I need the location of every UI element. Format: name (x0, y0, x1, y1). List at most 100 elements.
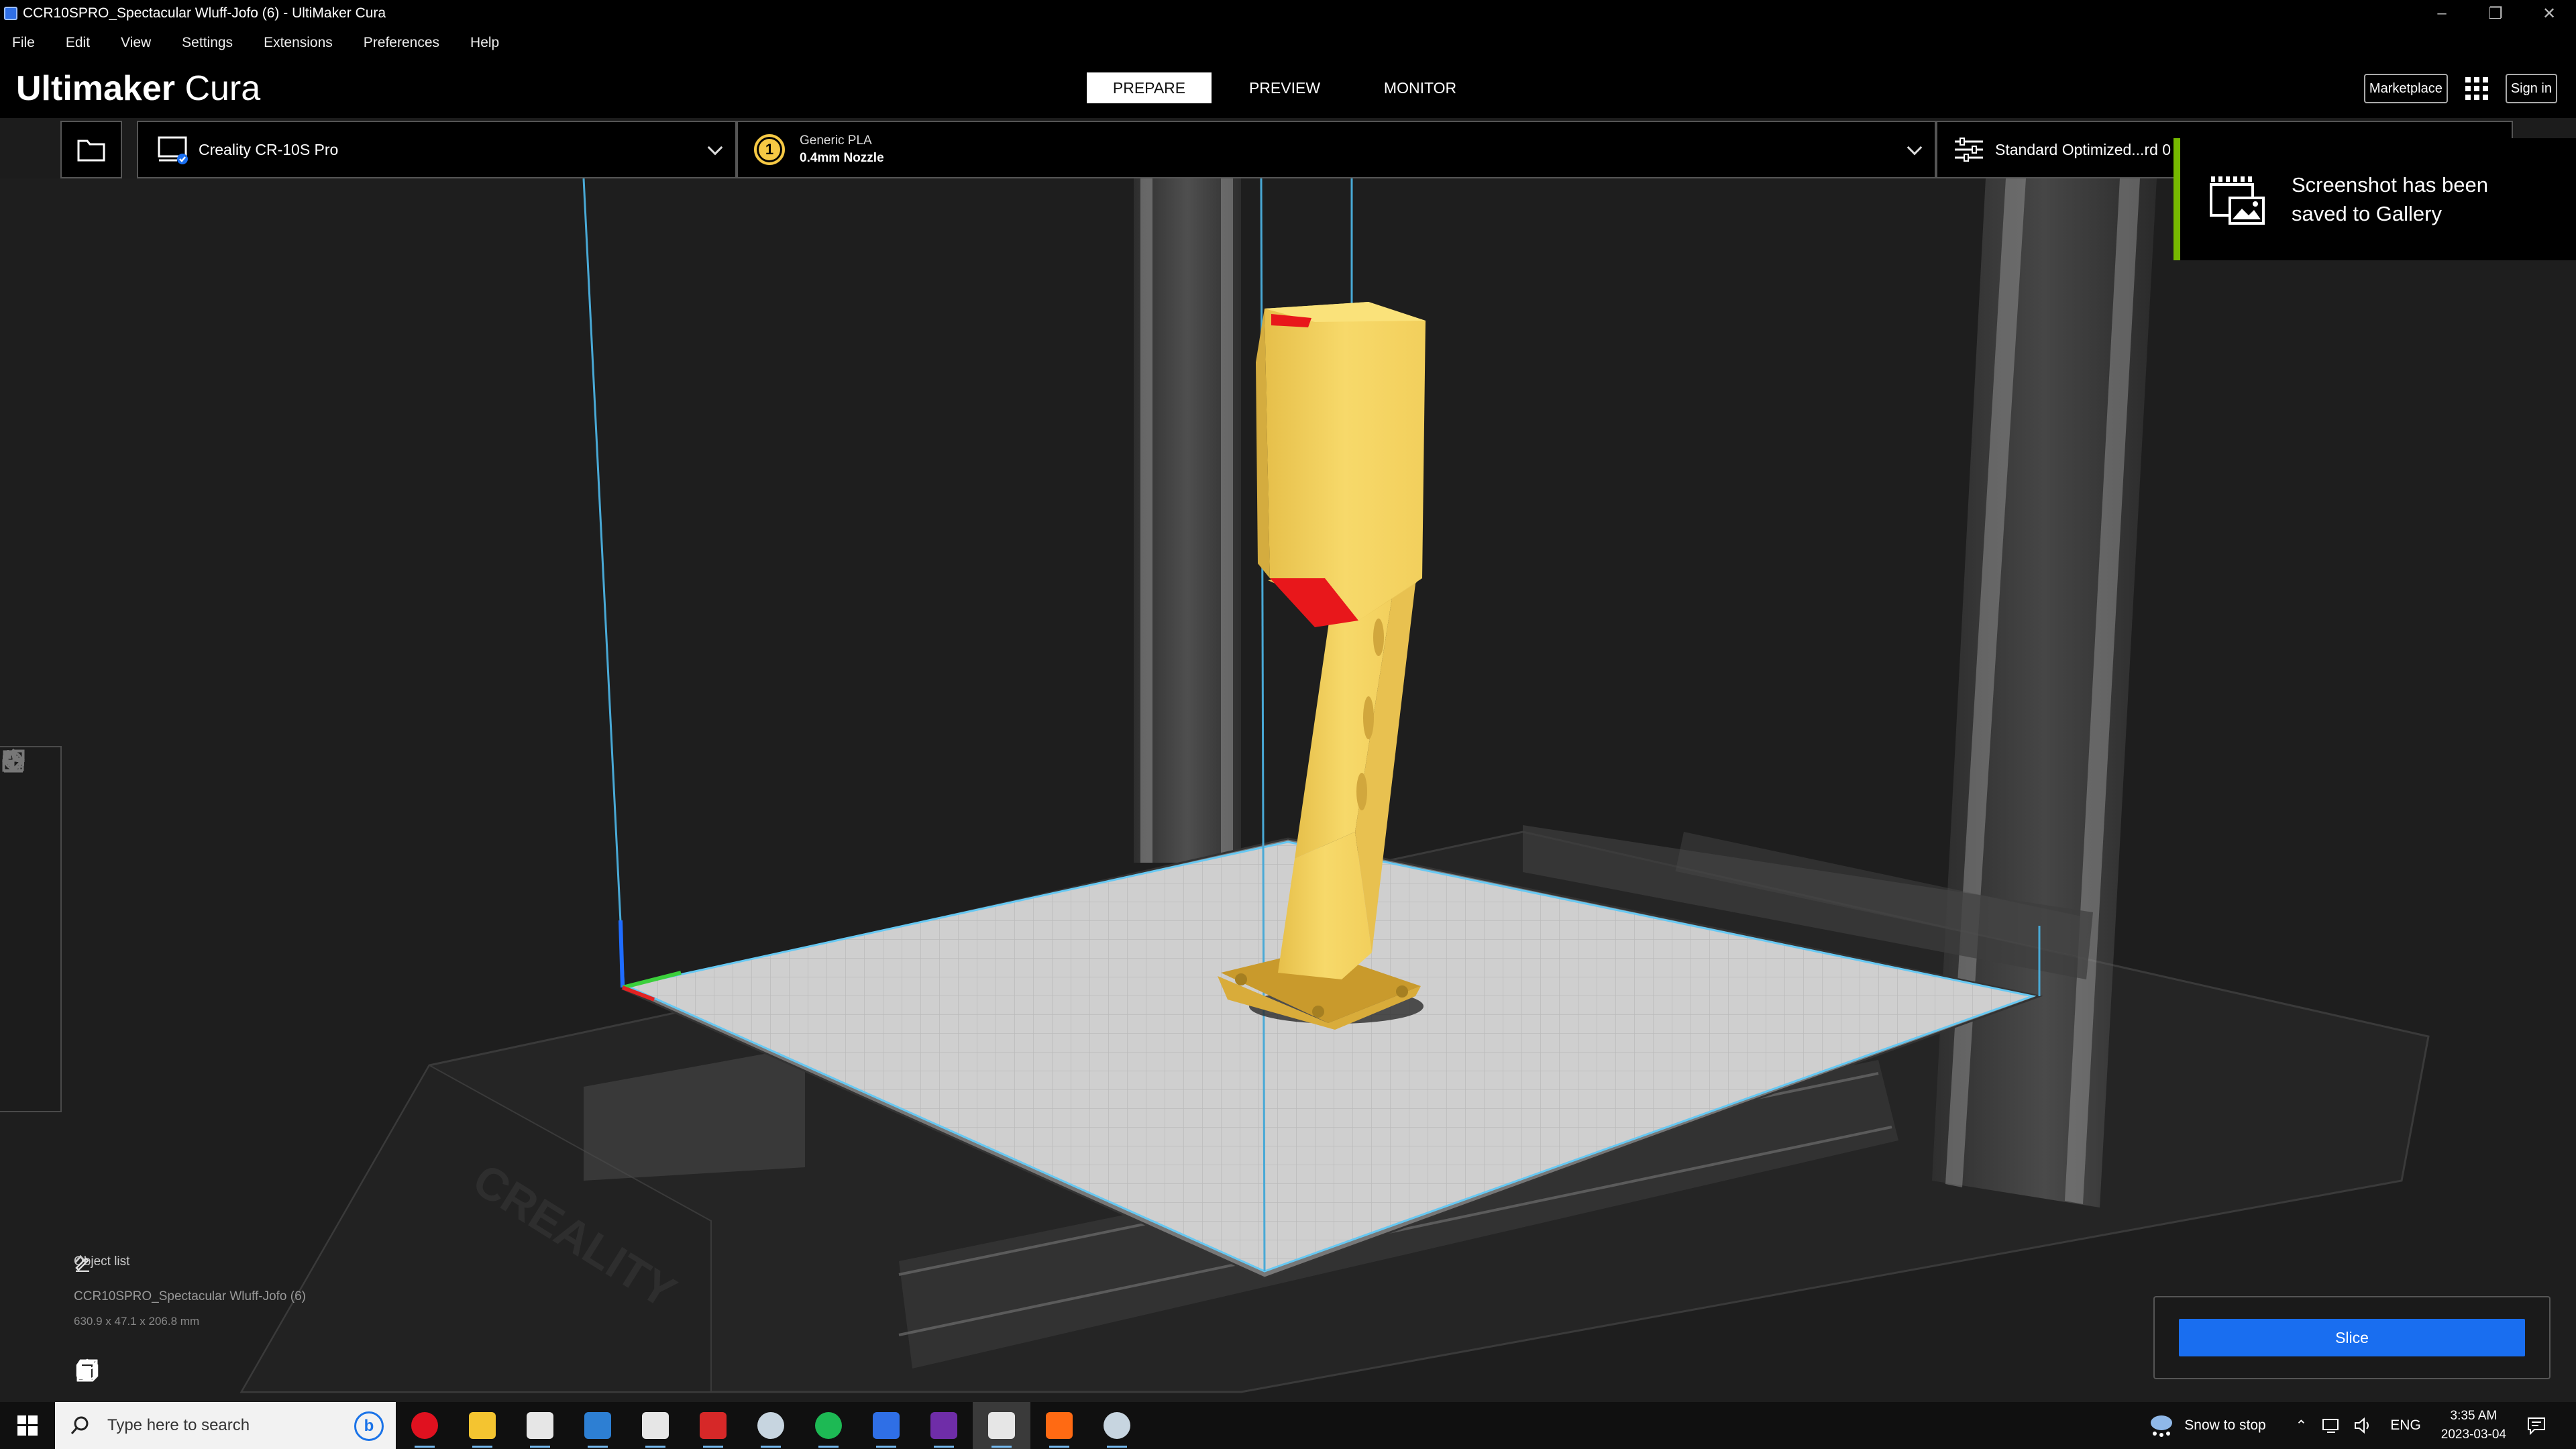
arrow-app-icon (1046, 1412, 1073, 1439)
screenshot-notification[interactable]: Screenshot has been saved to Gallery (2174, 138, 2576, 260)
3d-viewport[interactable]: CREALITY Object list CCR10SPRO_Spectacul… (0, 178, 2576, 1402)
taskbar-app[interactable] (915, 1402, 973, 1449)
search-placeholder: Type here to search (107, 1416, 250, 1434)
tray-overflow-icon[interactable]: ⌃ (2296, 1417, 2308, 1434)
spotify-icon (815, 1412, 842, 1439)
profile-name: Standard Optimized...rd 0 (1995, 140, 2171, 158)
taskbar-app[interactable] (396, 1402, 453, 1449)
material-selector[interactable]: 1 Generic PLA 0.4mm Nozzle (737, 121, 1936, 178)
slicer-app-icon (988, 1412, 1015, 1439)
taskbar-app[interactable] (742, 1402, 800, 1449)
view-top-button[interactable] (76, 1358, 185, 1385)
restore-button[interactable]: ❐ (2469, 0, 2522, 27)
taskbar-app[interactable] (800, 1402, 857, 1449)
extruder-badge: 1 (754, 134, 785, 165)
file-explorer-icon (469, 1412, 496, 1439)
menu-help[interactable]: Help (470, 35, 499, 51)
open-file-button[interactable] (60, 121, 122, 178)
view-front-button[interactable] (76, 1358, 148, 1385)
opera-icon (411, 1412, 438, 1439)
brand-bold: Ultimaker (16, 69, 175, 108)
object-list-item[interactable]: CCR10SPRO_Spectacular Wluff-Jofo (6) (74, 1257, 306, 1304)
system-tray: Snow to stop ⌃ ENG 3:35 AM 2023-03-04 (2147, 1402, 2576, 1449)
steam-icon (757, 1412, 784, 1439)
windows-taskbar: Type here to search b Snow to stop ⌃ ENG… (0, 1402, 2576, 1449)
window-title: CCR10SPRO_Spectacular Wluff-Jofo (6) - U… (23, 5, 386, 21)
taskbar-app[interactable] (453, 1402, 511, 1449)
taskbar-clock[interactable]: 3:35 AM 2023-03-04 (2441, 1407, 2506, 1444)
scale-tool[interactable] (0, 750, 62, 869)
support-blocker-tool[interactable] (0, 748, 62, 1114)
cura-app-icon (4, 7, 17, 20)
scene-canvas[interactable]: CREALITY (0, 178, 2576, 1402)
taskbar-app[interactable] (627, 1402, 684, 1449)
material-name: Generic PLA (800, 133, 872, 148)
taskbar-app[interactable] (684, 1402, 742, 1449)
mirror-tool[interactable] (0, 750, 62, 991)
apps-grid-icon[interactable] (2465, 77, 2488, 100)
rotate-tool[interactable] (0, 750, 62, 930)
sign-in-button[interactable]: Sign in (2505, 74, 2557, 103)
taskbar-app[interactable] (857, 1402, 915, 1449)
pencil-icon[interactable] (74, 1254, 91, 1272)
menu-file[interactable]: File (12, 35, 35, 51)
printer-selector[interactable]: Creality CR-10S Pro (137, 121, 737, 178)
folder-icon (77, 140, 105, 162)
printer-icon (158, 136, 188, 164)
settings-sliders-icon (1955, 138, 1983, 162)
view-left-button[interactable] (76, 1358, 223, 1385)
tab-prepare[interactable]: PREPARE (1087, 72, 1212, 103)
weather-text[interactable]: Snow to stop (2184, 1417, 2265, 1434)
taskbar-app[interactable] (1088, 1402, 1146, 1449)
app-logo: Ultimaker Cura (16, 68, 260, 109)
notification-center-icon[interactable] (2526, 1416, 2546, 1435)
search-icon (70, 1416, 89, 1434)
support-blocker-icon (2, 748, 25, 773)
logitech-ghub-icon (642, 1412, 669, 1439)
menu-preferences[interactable]: Preferences (364, 35, 439, 51)
window-titlebar: CCR10SPRO_Spectacular Wluff-Jofo (6) - U… (0, 0, 2576, 27)
brand-light: Cura (184, 69, 261, 108)
object-list-toggle[interactable]: Object list (74, 1254, 306, 1269)
sketchup-icon (527, 1412, 553, 1439)
volume-icon[interactable] (2354, 1417, 2373, 1434)
gallery-icon (2210, 176, 2265, 225)
taskbar-app[interactable] (511, 1402, 569, 1449)
view-right-button[interactable] (76, 1358, 260, 1385)
clock-time: 3:35 AM (2450, 1409, 2498, 1423)
menu-view[interactable]: View (121, 35, 151, 51)
taskbar-app[interactable] (1030, 1402, 1088, 1449)
cura-icon (873, 1412, 900, 1439)
per-model-settings-tool[interactable] (0, 749, 62, 1053)
menu-edit[interactable]: Edit (66, 35, 90, 51)
start-button[interactable] (0, 1402, 55, 1449)
menu-extensions[interactable]: Extensions (264, 35, 333, 51)
language-indicator[interactable]: ENG (2390, 1417, 2421, 1434)
stage-tabs: PREPARE PREVIEW MONITOR (1087, 72, 1493, 103)
minimize-button[interactable]: – (2415, 0, 2469, 27)
header-actions: Marketplace Sign in (2363, 74, 2557, 103)
menu-settings[interactable]: Settings (182, 35, 233, 51)
marketplace-button[interactable]: Marketplace (2363, 74, 2448, 103)
bing-icon[interactable]: b (354, 1411, 384, 1441)
tab-monitor[interactable]: MONITOR (1358, 72, 1483, 103)
steam-alt-icon (1104, 1412, 1130, 1439)
close-button[interactable]: ✕ (2522, 0, 2576, 27)
taskbar-app[interactable] (569, 1402, 627, 1449)
nozzle-size: 0.4mm Nozzle (800, 151, 884, 165)
nzxt-cam-icon (930, 1412, 957, 1439)
taskbar-apps (396, 1402, 1146, 1449)
slice-button[interactable]: Slice (2179, 1319, 2525, 1356)
taskbar-app[interactable] (973, 1402, 1030, 1449)
tool-palette (0, 746, 62, 1112)
chevron-down-icon (707, 140, 723, 156)
camera-view-buttons (75, 1358, 263, 1385)
tab-preview[interactable]: PREVIEW (1222, 72, 1347, 103)
notification-message: Screenshot has been saved to Gallery (2292, 173, 2488, 225)
windows-logo-icon (17, 1415, 38, 1436)
taskbar-search[interactable]: Type here to search b (55, 1402, 396, 1449)
microsoft-store-icon (584, 1412, 611, 1439)
network-icon[interactable] (2322, 1417, 2342, 1434)
app-header: Ultimaker Cura PREPARE PREVIEW MONITOR M… (0, 59, 2576, 118)
object-list-panel: Object list CCR10SPRO_Spectacular Wluff-… (74, 1254, 306, 1328)
